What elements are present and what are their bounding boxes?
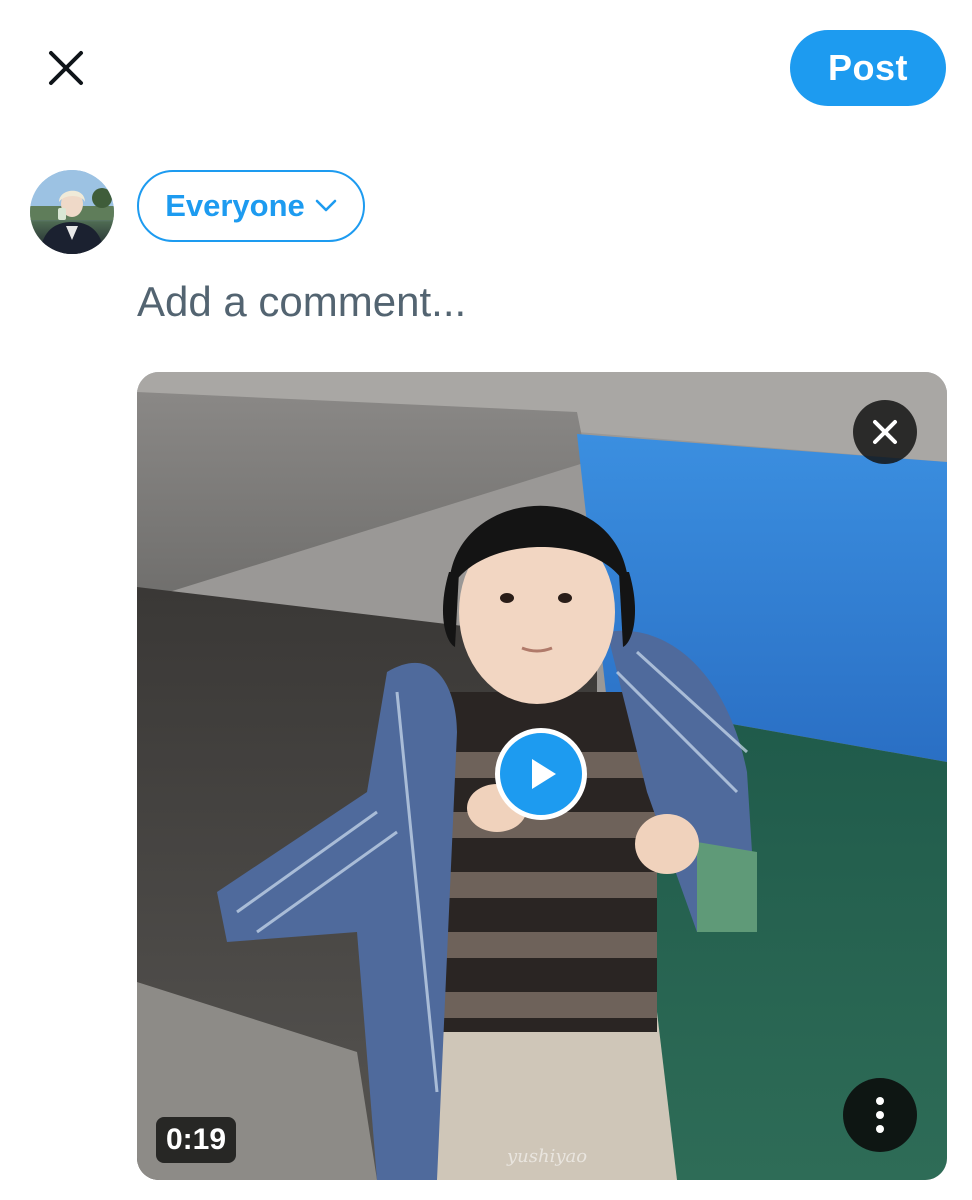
avatar-photo [30, 170, 114, 254]
close-icon [873, 420, 897, 444]
media-options-button[interactable] [843, 1078, 917, 1152]
play-icon [532, 759, 556, 789]
comment-input[interactable] [137, 272, 917, 332]
watermark: yushiyao [507, 1146, 588, 1167]
avatar[interactable] [30, 170, 114, 254]
remove-media-button[interactable] [853, 400, 917, 464]
play-button[interactable] [495, 728, 587, 820]
audience-selector[interactable]: Everyone [137, 170, 365, 242]
close-button[interactable] [34, 36, 98, 100]
more-vertical-icon [876, 1097, 884, 1133]
post-button[interactable]: Post [790, 30, 946, 106]
close-icon [49, 51, 83, 85]
audience-label: Everyone [165, 188, 305, 223]
chevron-down-icon [315, 199, 337, 212]
video-duration: 0:19 [156, 1117, 237, 1163]
video-attachment[interactable]: 0:19 yushiyao [137, 372, 947, 1180]
